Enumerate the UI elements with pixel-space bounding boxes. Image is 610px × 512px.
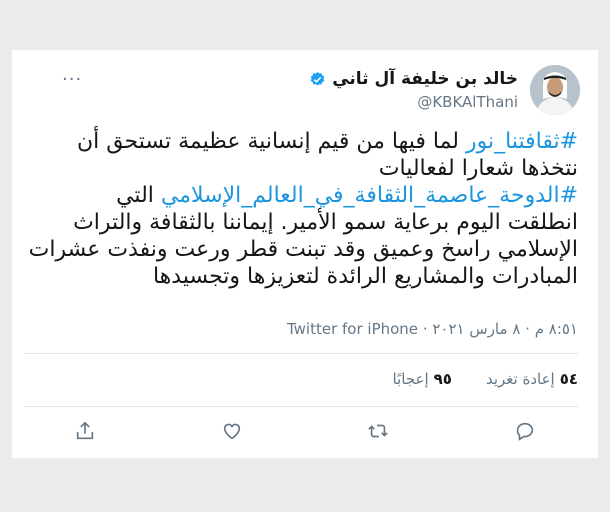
meta-separator: · (520, 320, 530, 338)
likes-stat[interactable]: ٩٥إعجابًا (393, 370, 452, 388)
meta-separator: · (418, 320, 428, 338)
tweet-text-segment: التي (116, 183, 161, 208)
tweet-source[interactable]: Twitter for iPhone (287, 320, 418, 338)
tweet-text-line: انطلقت اليوم برعاية سمو الأمير. إيماننا … (30, 209, 578, 236)
tweet-card: خالد بن خليفة آل ثاني @KBKAlThani ··· #ث… (12, 50, 598, 458)
tweet-meta: ٨:٥١ م · ٨ مارس ٢٠٢١ · Twitter for iPhon… (287, 320, 578, 338)
tweet-text-line: الإسلامي راسخ وعميق وقد تبنت قطر ورعت ون… (28, 236, 578, 263)
divider (24, 406, 578, 407)
retweet-icon[interactable] (365, 418, 391, 444)
likes-count: ٩٥ (433, 370, 452, 388)
tweet-text: #ثقافتنا_نور لما فيها من قيم إنسانية عظي… (28, 128, 578, 290)
author-names: خالد بن خليفة آل ثاني @KBKAlThani (309, 69, 518, 111)
tweet-text-segment: لما فيها من قيم إنسانية عظيمة تستحق أن (76, 129, 466, 154)
tweet-text-segment: انطلقت اليوم برعاية سمو الأمير. إيماننا … (73, 210, 578, 235)
like-icon[interactable] (219, 418, 245, 444)
tweet-text-line: المبادرات والمشاريع الرائدة لتعزيزها وتج… (30, 263, 578, 290)
retweets-count: ٥٤ (559, 370, 578, 388)
avatar[interactable] (530, 65, 580, 115)
tweet-text-segment: الإسلامي راسخ وعميق وقد تبنت قطر ورعت ون… (28, 237, 578, 262)
share-icon[interactable] (72, 418, 98, 444)
hashtag-link[interactable]: #ثقافتنا_نور (466, 129, 578, 154)
tweet-date[interactable]: ٨ مارس ٢٠٢١ (432, 320, 520, 338)
reply-icon[interactable] (512, 418, 538, 444)
tweet-header: خالد بن خليفة آل ثاني @KBKAlThani ··· (60, 65, 580, 129)
more-icon[interactable]: ··· (62, 69, 82, 90)
tweet-stats: ٥٤إعادة تغريد ٩٥إعجابًا (393, 370, 578, 388)
retweets-stat[interactable]: ٥٤إعادة تغريد (486, 370, 578, 388)
tweet-text-line: #ثقافتنا_نور لما فيها من قيم إنسانية عظي… (30, 128, 578, 155)
tweet-text-line: #الدوحة_عاصمة_الثقافة_في_العالم_الإسلامي… (30, 182, 578, 209)
tweet-time[interactable]: ٨:٥١ م (535, 320, 578, 338)
divider (24, 353, 578, 354)
hashtag-link[interactable]: #الدوحة_عاصمة_الثقافة_في_العالم_الإسلامي (161, 183, 578, 208)
verified-badge-icon (309, 71, 326, 88)
tweet-text-segment: نتخذها شعارا لفعاليات (378, 156, 578, 181)
tweet-text-line: نتخذها شعارا لفعاليات (30, 155, 578, 182)
tweet-actions (72, 418, 538, 448)
tweet-text-segment: المبادرات والمشاريع الرائدة لتعزيزها وتج… (152, 264, 578, 289)
display-name[interactable]: خالد بن خليفة آل ثاني (332, 69, 518, 89)
user-handle[interactable]: @KBKAlThani (309, 93, 518, 111)
retweets-label: إعادة تغريد (485, 370, 555, 388)
likes-label: إعجابًا (392, 370, 429, 388)
